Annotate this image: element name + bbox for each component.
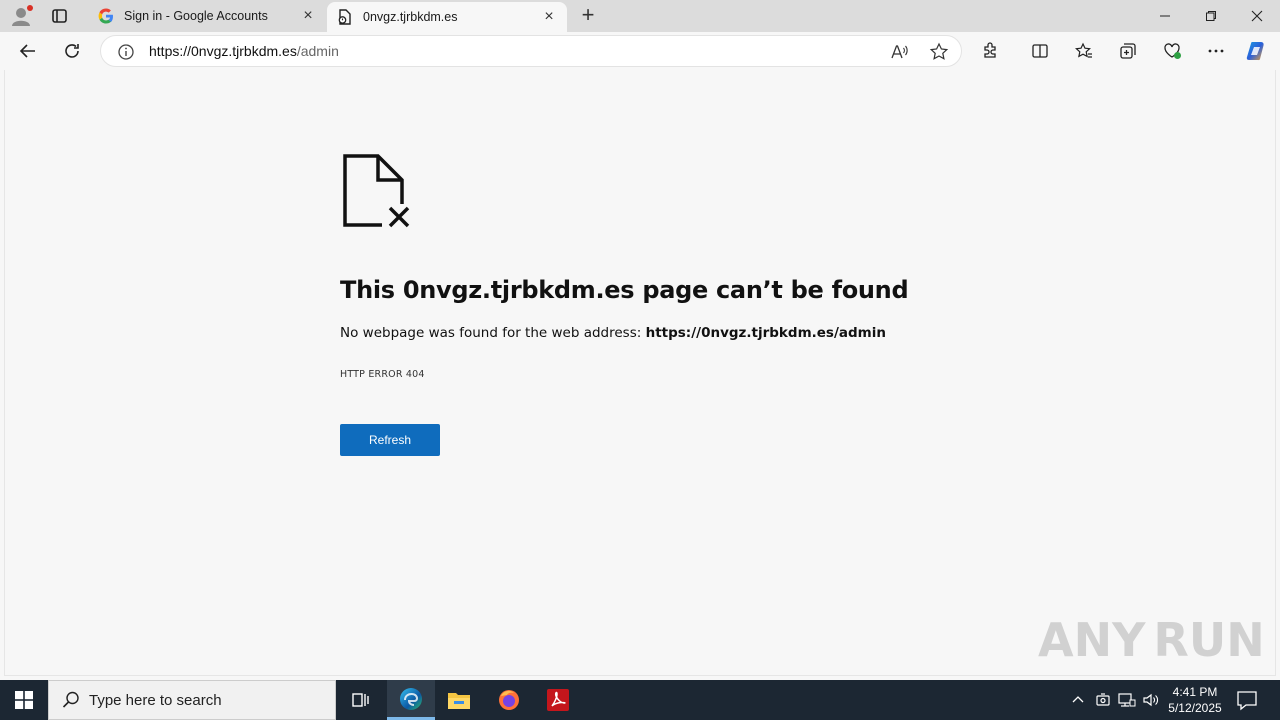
tab-google-signin[interactable]: Sign in - Google Accounts × [88,0,326,32]
copilot-icon[interactable] [1245,39,1269,63]
back-icon[interactable] [16,39,40,63]
address-bar[interactable]: https://0nvgz.tjrbkdm.es/admin [100,35,962,67]
profile-icon[interactable] [10,5,34,27]
clock-time: 4:41 PM [1172,685,1218,699]
workspaces-icon[interactable] [50,6,70,26]
restore-icon[interactable] [1188,0,1234,32]
clock-date: 5/12/2025 [1168,701,1222,715]
taskbar-search-box[interactable]: Type here to search [48,680,336,720]
anyrun-watermark: ANY RUN [1038,608,1265,672]
chevron-up-icon[interactable] [1068,680,1088,720]
error-description-text: No webpage was found for the web address… [340,325,646,341]
favorite-star-icon[interactable] [929,42,949,62]
notification-icon[interactable] [1234,688,1260,712]
more-icon[interactable] [1204,39,1228,63]
search-icon [61,690,81,710]
acrobat-icon[interactable] [534,680,582,720]
refresh-button[interactable]: Refresh [340,424,440,456]
firefox-icon[interactable] [485,680,533,720]
error-url: https://0nvgz.tjrbkdm.es/admin [645,325,886,341]
network-icon[interactable] [1117,680,1137,720]
tab-current-page[interactable]: 0nvgz.tjrbkdm.es × [327,2,567,32]
page-error-icon [337,9,353,25]
error-title: This 0nvgz.tjrbkdm.es page can’t be foun… [340,276,909,304]
read-aloud-icon[interactable] [889,42,909,62]
tab-strip: Sign in - Google Accounts × 0nvgz.tjrbkd… [0,0,1280,32]
search-placeholder: Type here to search [89,691,222,709]
windows-icon[interactable] [0,680,48,720]
watermark-text-right: RUN [1153,613,1265,667]
info-icon[interactable] [117,43,135,61]
meet-icon[interactable] [1094,680,1112,720]
close-icon[interactable]: × [541,8,557,25]
google-icon [98,8,114,24]
tab-title: 0nvgz.tjrbkdm.es [363,10,458,24]
favorites-icon[interactable] [1072,39,1096,63]
collections-icon[interactable] [1116,39,1140,63]
edge-icon[interactable] [387,680,435,720]
browser-essentials-icon[interactable] [1160,39,1184,63]
system-clock[interactable]: 4:41 PM 5/12/2025 [1162,684,1228,716]
split-screen-icon[interactable] [1028,39,1052,63]
browser-toolbar: https://0nvgz.tjrbkdm.es/admin [0,32,1280,70]
page-content [4,70,1276,676]
extensions-icon[interactable] [979,39,1003,63]
plus-icon[interactable]: + [578,4,598,28]
file-explorer-icon[interactable] [435,680,483,720]
taskbar: Type here to search 4:41 PM 5/12/2025 [0,680,1280,720]
url-path: /admin [296,43,339,59]
volume-icon[interactable] [1141,680,1161,720]
task-view-icon[interactable] [336,680,384,720]
minimize-icon[interactable] [1142,0,1188,32]
close-icon[interactable] [1234,0,1280,32]
error-code: HTTP ERROR 404 [340,369,425,380]
error-description: No webpage was found for the web address… [340,325,886,341]
url-host: https://0nvgz.tjrbkdm.es [149,43,297,59]
page-not-found-icon [340,152,414,230]
url-text[interactable]: https://0nvgz.tjrbkdm.es/admin [149,43,339,59]
reload-icon[interactable] [60,39,84,63]
tab-title: Sign in - Google Accounts [124,9,268,23]
watermark-text-left: ANY [1038,613,1146,667]
close-icon[interactable]: × [300,7,316,24]
